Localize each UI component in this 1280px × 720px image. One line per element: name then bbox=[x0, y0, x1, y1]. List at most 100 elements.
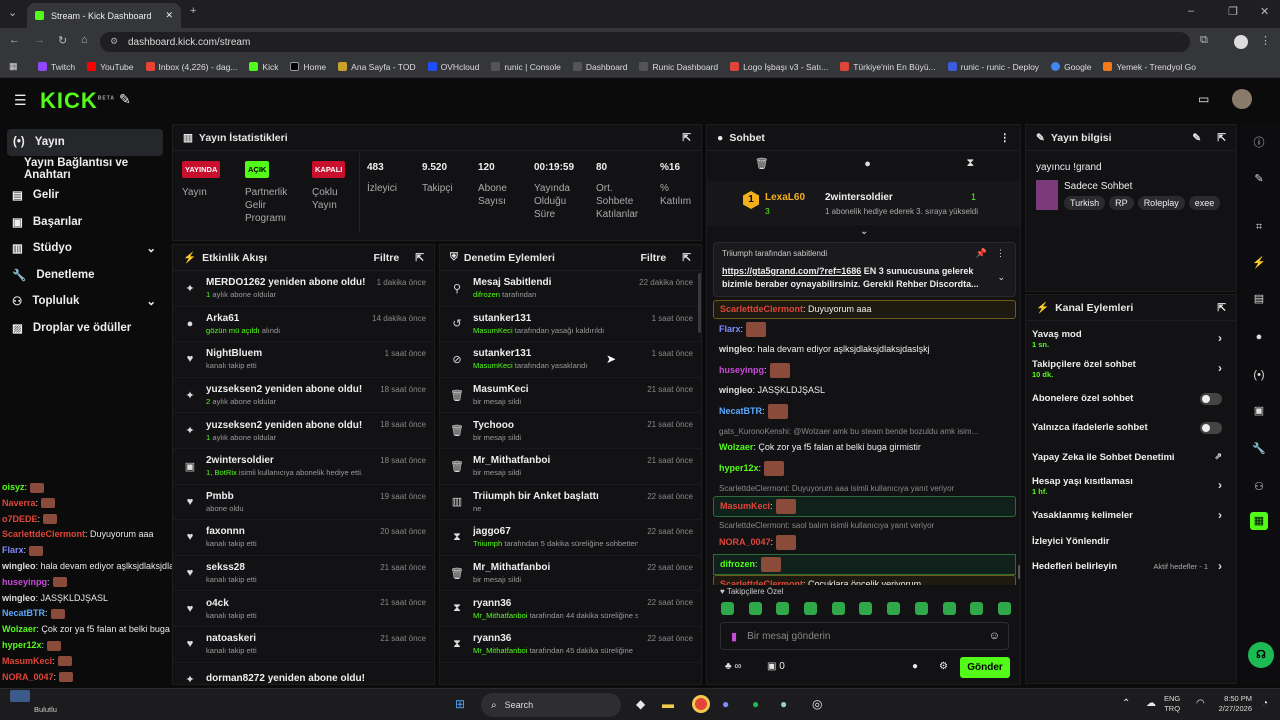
quick-action-icon[interactable]: ✎ bbox=[119, 91, 131, 108]
chat-message[interactable]: ScarlettdeClermont: Çocuklara öncelik ve… bbox=[713, 575, 1016, 585]
list-item[interactable]: ⊘ sutanker131 MasumKeci tarafından yasakla… bbox=[440, 342, 701, 378]
list-item[interactable]: ♥ faxonnn kanalı takip etti 20 saat önce bbox=[173, 520, 434, 556]
sidebar-item-gelir[interactable]: ▤ Gelir bbox=[0, 182, 170, 209]
tag[interactable]: exee bbox=[1188, 196, 1221, 210]
bookmark[interactable]: YouTube bbox=[87, 62, 134, 72]
chat-message[interactable]: wingleo: JASŞKLDJŞASL bbox=[713, 382, 1016, 399]
gift-icon[interactable]: ▣ 0 bbox=[767, 661, 785, 672]
bookmark[interactable]: runic - runic - Deploy bbox=[947, 62, 1039, 72]
event-highlight[interactable]: MasumKeci bbox=[473, 361, 513, 370]
chat-message[interactable]: ScarlettdeClermont: Duyuyorum aaa bbox=[713, 300, 1016, 319]
channel-action-row[interactable]: İzleyici Yönlendir bbox=[1032, 536, 1226, 560]
mic-icon[interactable]: ▮ bbox=[731, 630, 737, 643]
bookmark[interactable]: Yemek - Trendyol Go bbox=[1103, 62, 1196, 72]
info-icon[interactable]: ⓘ bbox=[1250, 134, 1268, 152]
chat-message[interactable]: MasumKeci: bbox=[713, 496, 1016, 517]
chat-username[interactable]: ScarlettdeClermont: Duyuyorum aaa isimli… bbox=[719, 484, 954, 493]
collapse-icon[interactable]: ⌄ bbox=[860, 226, 868, 237]
user-avatar[interactable] bbox=[1232, 89, 1252, 109]
list-item[interactable]: ♥ NightBluem kanalı takip etti 1 saat önce bbox=[173, 342, 434, 378]
timer-icon[interactable]: ⧗ bbox=[966, 157, 974, 170]
chat-username[interactable]: NORA_0047 bbox=[719, 537, 771, 547]
emote-icon[interactable] bbox=[859, 602, 873, 615]
bookmark[interactable]: Twitch bbox=[38, 62, 75, 72]
list-item[interactable]: ♥ o4ck kanalı takip etti 21 saat önce bbox=[173, 591, 434, 627]
emote-icon[interactable] bbox=[942, 602, 956, 615]
emote-icon[interactable] bbox=[804, 602, 818, 615]
event-highlight[interactable]: Mr_Mithatfanboi bbox=[473, 646, 527, 655]
sidebar-item-topluluk[interactable]: ⚇ Topluluk ⌄ bbox=[0, 288, 170, 315]
chat-username[interactable]: ScarlettdeClermont bbox=[720, 304, 803, 314]
app-icon[interactable]: ◎ bbox=[812, 697, 822, 711]
chat-message[interactable]: NecatBTR: bbox=[713, 402, 1016, 421]
community-icon[interactable]: ⚇ bbox=[1250, 478, 1268, 496]
chat-icon[interactable]: ● bbox=[1250, 328, 1268, 346]
channel-action-row[interactable]: Yasaklanmış kelimeler › bbox=[1032, 508, 1226, 534]
spotify-icon[interactable]: ● bbox=[752, 697, 759, 711]
channel-action-row[interactable]: Takipçilere özel sohbet 10 dk. › bbox=[1032, 359, 1226, 383]
bookmark[interactable]: Türkiye'nin En Büyü... bbox=[840, 62, 936, 72]
list-item[interactable]: ✦ yuzseksen2 yeniden abone oldu! 1 aylık a… bbox=[173, 413, 434, 449]
chat-username[interactable]: wingleo bbox=[719, 344, 753, 354]
notification-bell-icon[interactable]: ◔ bbox=[1262, 698, 1268, 709]
event-highlight[interactable]: Triiumph bbox=[473, 539, 502, 548]
sidebar-item-basarilar[interactable]: ▣ Başarılar bbox=[0, 209, 170, 236]
site-info-icon[interactable]: ⚙ bbox=[110, 36, 118, 47]
chevron-down-icon[interactable]: ⌄ bbox=[997, 272, 1005, 283]
pinned-message[interactable]: Triiumph tarafından sabitlendi 📌 ⋮ https… bbox=[713, 242, 1016, 297]
sidebar-item-denetleme[interactable]: 🔧 Denetleme bbox=[0, 262, 170, 289]
maximize-icon[interactable]: ❐ bbox=[1228, 5, 1238, 18]
chat-message[interactable]: hyper12x: bbox=[713, 459, 1016, 478]
url-bar[interactable]: ⚙ dashboard.kick.com/stream bbox=[100, 32, 1190, 52]
popout-icon[interactable]: ⇱ bbox=[1217, 302, 1226, 314]
edit-icon[interactable]: ✎ bbox=[1250, 170, 1268, 188]
screenshot-icon[interactable]: ⌗ bbox=[1250, 218, 1268, 236]
close-window-icon[interactable]: ✕ bbox=[1260, 5, 1269, 18]
copilot-icon[interactable]: ◆ bbox=[636, 697, 645, 711]
kick-logo[interactable]: KICKBETA bbox=[40, 88, 115, 114]
tag[interactable]: Turkish bbox=[1064, 196, 1106, 210]
event-highlight[interactable]: gözün mü açıldı bbox=[206, 326, 260, 335]
wifi-icon[interactable]: ◠ bbox=[1196, 698, 1205, 709]
chat-username[interactable]: Flarx bbox=[719, 324, 741, 334]
bookmark[interactable]: runic | Console bbox=[491, 62, 561, 72]
list-item[interactable]: 🗑 Mr_Mithatfanboi bir mesajı sildi 21 saat … bbox=[440, 449, 701, 485]
save-icon[interactable]: ▣ bbox=[1250, 402, 1268, 420]
event-highlight[interactable]: MasumKeci bbox=[473, 326, 513, 335]
chat-reply-context[interactable]: gats_KuronoKenshi: @Wolzaer amk bu steam… bbox=[713, 423, 1016, 440]
bookmark[interactable]: Ana Sayfa - TOD bbox=[338, 62, 416, 72]
popout-icon[interactable]: ⇱ bbox=[1217, 132, 1226, 144]
notifications-icon[interactable]: ▭ bbox=[1198, 92, 1209, 106]
sidebar-item-stream-key[interactable]: Yayın Bağlantısı ve Anahtarı bbox=[0, 156, 170, 183]
top-gifter-name[interactable]: LexaL60 bbox=[765, 192, 805, 203]
list-item[interactable]: ♥ Pmbb abone oldu 19 saat önce bbox=[173, 485, 434, 521]
chat-username[interactable]: NecatBTR bbox=[719, 406, 762, 416]
chat-menu-icon[interactable]: ⋮ bbox=[1000, 132, 1011, 144]
minimize-icon[interactable]: – bbox=[1188, 5, 1194, 17]
chat-users-icon[interactable]: ● bbox=[912, 661, 918, 672]
list-item[interactable]: 🗑 Tychooo bir mesajı sildi 21 saat önce bbox=[440, 413, 701, 449]
list-item[interactable]: ✦ yuzseksen2 yeniden abone oldu! 2 aylık a… bbox=[173, 378, 434, 414]
extension-icon[interactable]: ▦ bbox=[1250, 512, 1268, 530]
onedrive-icon[interactable]: ☁ bbox=[1146, 698, 1156, 709]
settings-icon[interactable]: ⚙ bbox=[939, 661, 948, 672]
channel-action-row[interactable]: Hesap yaşı kısıtlaması 1 hf. › bbox=[1032, 476, 1226, 500]
apps-grid-icon[interactable]: ▦ bbox=[9, 61, 18, 72]
list-item[interactable]: ♥ sekss28 kanalı takip etti 21 saat önce bbox=[173, 556, 434, 592]
list-item[interactable]: ⧗ jaggo67 Triiumph tarafından 5 dakika sür… bbox=[440, 520, 701, 556]
list-item[interactable]: ▥ Triiumph bir Anket başlattı ne 22 saat ön… bbox=[440, 485, 701, 521]
filter-button[interactable]: Filtre bbox=[374, 252, 400, 264]
bookmark[interactable]: Home bbox=[290, 62, 326, 72]
browser-menu-icon[interactable]: ⋮ bbox=[1260, 34, 1271, 47]
tray-chevron-icon[interactable]: ⌃ bbox=[1122, 698, 1130, 709]
chat-message[interactable]: Flarx: bbox=[713, 320, 1016, 339]
emote-icon[interactable] bbox=[914, 602, 928, 615]
toggle-switch[interactable] bbox=[1200, 393, 1222, 405]
emote-icon[interactable] bbox=[997, 602, 1011, 615]
list-item[interactable]: 🗑 Mr_Mithatfanboi bir mesajı sildi 22 saat … bbox=[440, 556, 701, 592]
chevron-right-icon[interactable]: › bbox=[1218, 331, 1222, 345]
explorer-icon[interactable]: ▬ bbox=[662, 697, 674, 711]
chat-reply-context[interactable]: ScarlettdeClermont: Duyuyorum aaa isimli… bbox=[713, 480, 1016, 497]
trash-icon[interactable]: 🗑 bbox=[755, 157, 769, 170]
bookmark[interactable]: Logo İşbaşı v3 - Satı... bbox=[730, 62, 828, 72]
